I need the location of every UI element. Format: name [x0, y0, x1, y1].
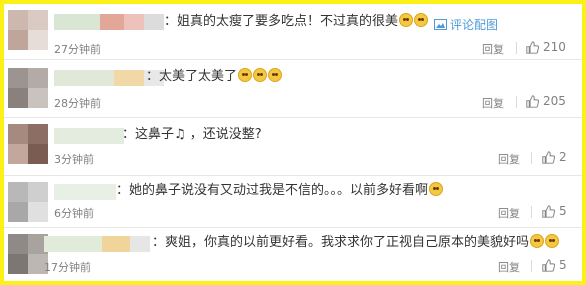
divider	[516, 96, 517, 108]
comment-image-link[interactable]: 评论配图	[434, 16, 498, 33]
avatar[interactable]	[8, 10, 48, 50]
comment-text: ：姐真的太瘦了要多吃点！不过真的很美	[164, 13, 429, 31]
divider	[531, 260, 532, 272]
reply-button[interactable]: 回复	[498, 205, 520, 221]
reply-button[interactable]: 回复	[498, 151, 520, 167]
cry-laugh-emoji	[268, 68, 283, 82]
comment-item: ：太美了太美了 28分钟前 回复 205	[4, 60, 582, 118]
cry-laugh-emoji	[253, 68, 268, 82]
comment-text: ：太美了太美了	[146, 68, 283, 86]
like-count: 210	[543, 40, 566, 54]
comment-item: ：这鼻子♫ ，还说没整? 3分钟前 回复 2	[4, 118, 582, 176]
avatar[interactable]	[8, 68, 48, 108]
like-button[interactable]: 205	[526, 94, 566, 108]
comment-time: 27分钟前	[54, 43, 101, 56]
comment-time: 17分钟前	[44, 261, 91, 274]
cry-laugh-emoji	[414, 13, 429, 27]
comment-text: ：爽姐，你真的以前更好看。我求求你了正视自己原本的美貌好吗	[152, 234, 560, 252]
comment-time: 28分钟前	[54, 97, 101, 110]
like-count: 5	[559, 204, 567, 218]
laugh-emoji	[530, 234, 545, 248]
avatar[interactable]	[8, 182, 48, 222]
divider	[531, 152, 532, 164]
thumbs-up-icon	[526, 94, 539, 108]
divider	[516, 42, 517, 54]
reply-button[interactable]: 回复	[482, 95, 504, 111]
username-blurred[interactable]	[54, 14, 164, 30]
like-count: 5	[559, 258, 567, 272]
username-blurred[interactable]	[54, 128, 124, 144]
comment-time: 3分钟前	[54, 153, 94, 166]
blush-emoji	[429, 182, 444, 196]
cry-laugh-emoji	[238, 68, 253, 82]
reply-button[interactable]: 回复	[498, 259, 520, 275]
like-count: 2	[559, 150, 567, 164]
image-icon	[434, 19, 447, 30]
like-button[interactable]: 5	[542, 258, 567, 272]
avatar[interactable]	[8, 234, 48, 274]
like-count: 205	[543, 94, 566, 108]
comment-item: ：爽姐，你真的以前更好看。我求求你了正视自己原本的美貌好吗 17分钟前 回复 5	[4, 228, 582, 281]
thumbs-up-icon	[542, 204, 555, 218]
like-button[interactable]: 5	[542, 204, 567, 218]
like-button[interactable]: 210	[526, 40, 566, 54]
laugh-emoji	[545, 234, 560, 248]
thumbs-up-icon	[526, 40, 539, 54]
thumbs-up-icon	[542, 150, 555, 164]
divider	[531, 206, 532, 218]
username-blurred[interactable]	[54, 184, 116, 200]
comment-item: ：她的鼻子说没有又动过我是不信的。。。以前多好看啊 6分钟前 回复 5	[4, 176, 582, 228]
cry-laugh-emoji	[399, 13, 414, 27]
like-button[interactable]: 2	[542, 150, 567, 164]
avatar[interactable]	[8, 124, 48, 164]
reply-button[interactable]: 回复	[482, 41, 504, 57]
thumbs-up-icon	[542, 258, 555, 272]
comment-text: ：这鼻子♫ ，还说没整?	[122, 127, 262, 142]
comment-item: ：姐真的太瘦了要多吃点！不过真的很美 评论配图 27分钟前 回复 210	[4, 4, 582, 60]
comment-text: ：她的鼻子说没有又动过我是不信的。。。以前多好看啊	[116, 182, 444, 200]
comment-time: 6分钟前	[54, 207, 94, 220]
username-blurred[interactable]	[44, 236, 150, 252]
